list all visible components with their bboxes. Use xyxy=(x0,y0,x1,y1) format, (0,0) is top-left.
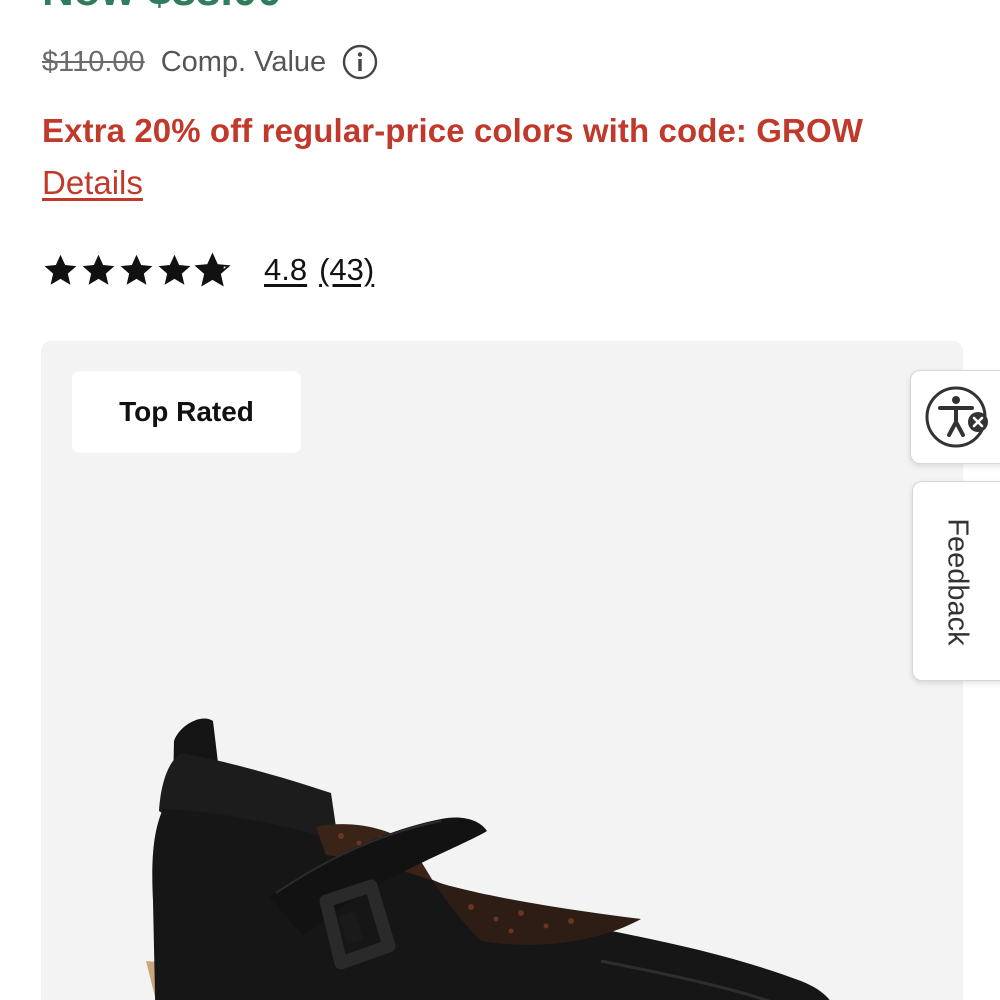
review-count-link[interactable]: (43) xyxy=(319,252,374,288)
star-partial-icon xyxy=(194,252,231,287)
star-rating xyxy=(42,252,232,288)
product-detail-page: Now $88.00 $110.00 Comp. Value Extra 20%… xyxy=(0,0,1000,1000)
accessibility-icon xyxy=(925,386,988,448)
star-icon xyxy=(82,254,115,285)
accessibility-button[interactable] xyxy=(910,370,1000,464)
star-icon xyxy=(120,254,153,285)
feedback-tab[interactable]: Feedback xyxy=(912,481,1000,681)
feedback-label: Feedback xyxy=(941,518,974,646)
comp-value-row: $110.00 Comp. Value xyxy=(42,40,378,84)
info-icon[interactable] xyxy=(342,44,378,80)
rating-row: 4.8 (43) xyxy=(42,248,374,292)
now-price: Now $88.00 xyxy=(42,0,282,16)
star-icon xyxy=(158,254,191,285)
promo-message: Extra 20% off regular-price colors with … xyxy=(42,112,863,149)
promo-details-link[interactable]: Details xyxy=(42,164,143,202)
mary-jane-shoe-image xyxy=(146,718,830,1000)
product-image-panel[interactable]: Top Rated xyxy=(41,341,963,1000)
comp-value-label: Comp. Value xyxy=(160,45,327,78)
comp-value-price: $110.00 xyxy=(42,45,145,78)
rating-value-link[interactable]: 4.8 xyxy=(264,252,307,288)
star-icon xyxy=(44,254,77,285)
